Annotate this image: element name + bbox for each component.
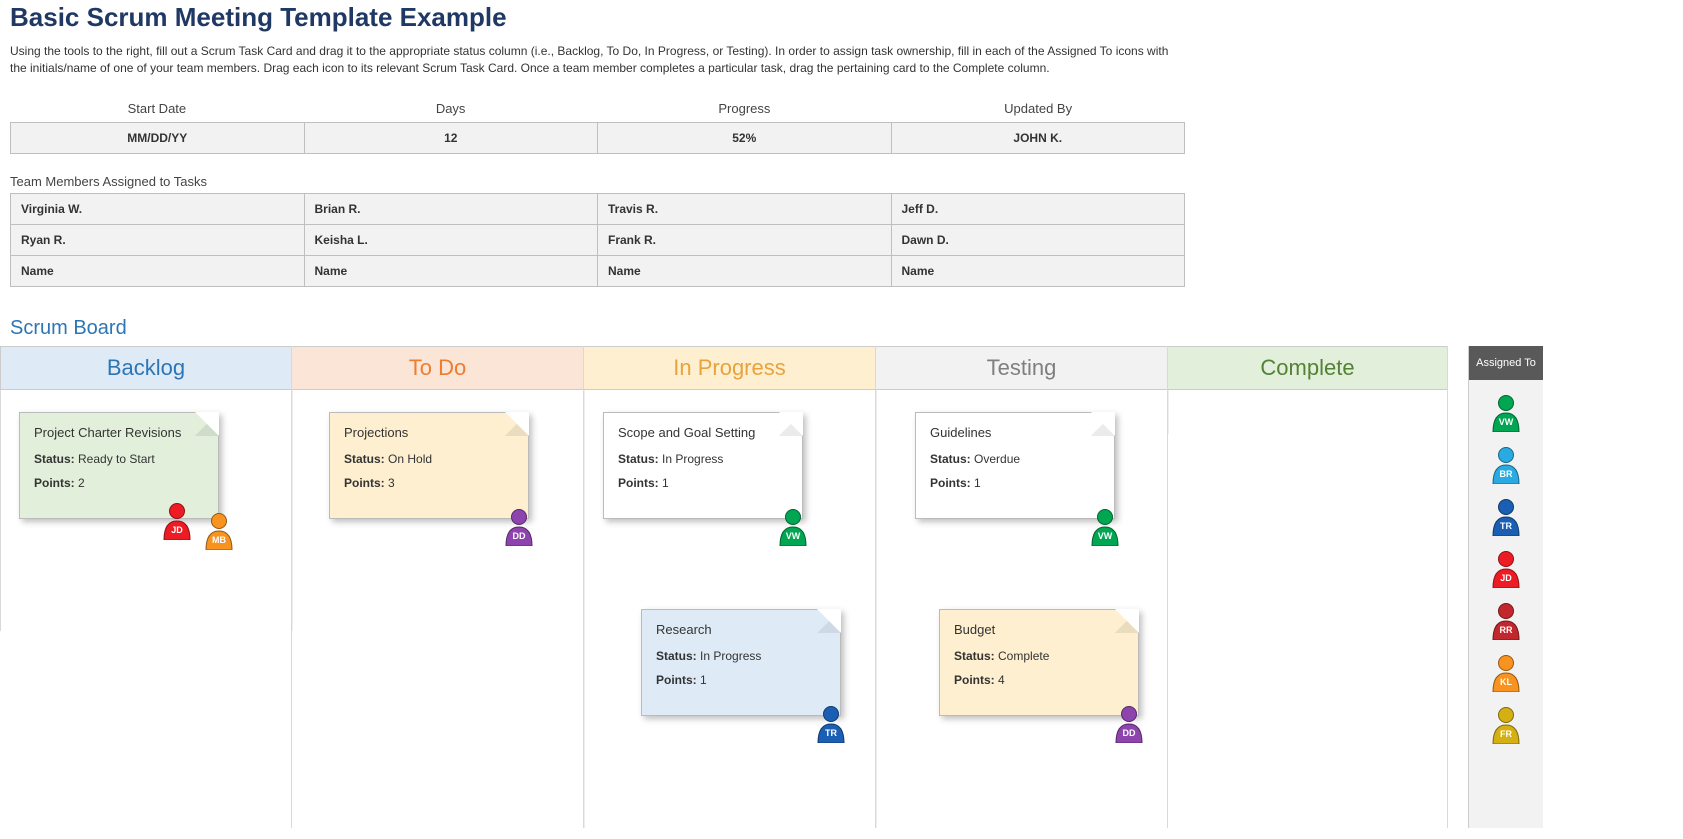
team-cell[interactable]: Dawn D. bbox=[891, 224, 1185, 255]
assignee-icon[interactable]: VW bbox=[776, 508, 810, 546]
assignee-icon[interactable]: DD bbox=[1112, 705, 1146, 743]
points-value: 1 bbox=[974, 476, 981, 490]
task-card[interactable]: Guidelines Status: Overdue Points: 1 VW bbox=[915, 412, 1115, 519]
summary-header-days: Days bbox=[304, 95, 598, 122]
column-header-todo: To Do bbox=[292, 346, 583, 390]
task-card[interactable]: Project Charter Revisions Status: Ready … bbox=[19, 412, 219, 519]
status-value: On Hold bbox=[388, 452, 432, 466]
summary-header-progress: Progress bbox=[598, 95, 892, 122]
instructions-text: Using the tools to the right, fill out a… bbox=[10, 43, 1180, 95]
card-title: Research bbox=[656, 622, 826, 637]
task-card[interactable]: Budget Status: Complete Points: 4 DD bbox=[939, 609, 1139, 716]
team-cell-empty[interactable]: Name bbox=[11, 255, 304, 286]
points-label: Points: bbox=[930, 476, 971, 490]
column-header-backlog: Backlog bbox=[0, 346, 291, 390]
person-icon-rr[interactable]: RR bbox=[1489, 602, 1523, 640]
assignee-icon[interactable]: VW bbox=[1088, 508, 1122, 546]
status-label: Status: bbox=[618, 452, 659, 466]
card-title: Scope and Goal Setting bbox=[618, 425, 788, 440]
card-title: Projections bbox=[344, 425, 514, 440]
person-icon-br[interactable]: BR bbox=[1489, 446, 1523, 484]
points-label: Points: bbox=[344, 476, 385, 490]
team-cell[interactable]: Keisha L. bbox=[304, 224, 598, 255]
card-title: Budget bbox=[954, 622, 1124, 637]
summary-table: Start Date Days Progress Updated By MM/D… bbox=[10, 95, 1185, 154]
points-value: 4 bbox=[998, 673, 1005, 687]
page-title: Basic Scrum Meeting Template Example bbox=[10, 0, 1673, 43]
team-cell-empty[interactable]: Name bbox=[304, 255, 598, 286]
team-cell[interactable]: Frank R. bbox=[597, 224, 891, 255]
team-cell[interactable]: Jeff D. bbox=[891, 194, 1185, 224]
summary-value-days[interactable]: 12 bbox=[305, 122, 599, 154]
column-header-testing: Testing bbox=[876, 346, 1167, 390]
status-value: Overdue bbox=[974, 452, 1020, 466]
assignee-icon[interactable]: DD bbox=[502, 508, 536, 546]
sidebar-header: Assigned To bbox=[1469, 346, 1543, 380]
status-value: Ready to Start bbox=[78, 452, 155, 466]
team-cell-empty[interactable]: Name bbox=[891, 255, 1185, 286]
scrum-board-title: Scrum Board bbox=[10, 287, 1673, 346]
status-value: In Progress bbox=[700, 649, 761, 663]
summary-value-start-date[interactable]: MM/DD/YY bbox=[10, 122, 305, 154]
summary-value-updated-by[interactable]: JOHN K. bbox=[892, 122, 1186, 154]
status-label: Status: bbox=[34, 452, 75, 466]
task-card[interactable]: Projections Status: On Hold Points: 3 DD bbox=[329, 412, 529, 519]
status-value: Complete bbox=[998, 649, 1049, 663]
team-section-label: Team Members Assigned to Tasks bbox=[10, 154, 1673, 193]
points-label: Points: bbox=[656, 673, 697, 687]
column-testing[interactable]: Testing Guidelines Status: Overdue Point… bbox=[876, 346, 1168, 828]
team-cell[interactable]: Brian R. bbox=[304, 194, 598, 224]
points-label: Points: bbox=[954, 673, 995, 687]
person-icon-kl[interactable]: KL bbox=[1489, 654, 1523, 692]
status-label: Status: bbox=[930, 452, 971, 466]
card-title: Project Charter Revisions bbox=[34, 425, 204, 440]
team-cell[interactable]: Ryan R. bbox=[11, 224, 304, 255]
column-inprogress[interactable]: In Progress Scope and Goal Setting Statu… bbox=[584, 346, 876, 828]
team-cell-empty[interactable]: Name bbox=[597, 255, 891, 286]
points-label: Points: bbox=[618, 476, 659, 490]
points-label: Points: bbox=[34, 476, 75, 490]
summary-header-start-date: Start Date bbox=[10, 95, 304, 122]
column-todo[interactable]: To Do Projections Status: On Hold Points… bbox=[292, 346, 584, 828]
team-members-table: Virginia W. Brian R. Travis R. Jeff D. R… bbox=[10, 193, 1185, 287]
points-value: 2 bbox=[78, 476, 85, 490]
task-card[interactable]: Research Status: In Progress Points: 1 T… bbox=[641, 609, 841, 716]
assignee-icon[interactable]: TR bbox=[814, 705, 848, 743]
status-label: Status: bbox=[344, 452, 385, 466]
person-icon-tr[interactable]: TR bbox=[1489, 498, 1523, 536]
status-label: Status: bbox=[656, 649, 697, 663]
assigned-to-sidebar: Assigned To VW BR TR JD RR KL FR bbox=[1468, 346, 1543, 828]
column-header-complete: Complete bbox=[1168, 346, 1447, 390]
task-card[interactable]: Scope and Goal Setting Status: In Progre… bbox=[603, 412, 803, 519]
status-value: In Progress bbox=[662, 452, 723, 466]
status-label: Status: bbox=[954, 649, 995, 663]
scrum-board: Backlog Project Charter Revisions Status… bbox=[0, 346, 1683, 828]
team-cell[interactable]: Travis R. bbox=[597, 194, 891, 224]
summary-header-updated-by: Updated By bbox=[891, 95, 1185, 122]
summary-value-progress[interactable]: 52% bbox=[598, 122, 892, 154]
column-backlog[interactable]: Backlog Project Charter Revisions Status… bbox=[0, 346, 292, 828]
assignee-icon[interactable]: MB bbox=[202, 512, 236, 550]
person-icon-fr[interactable]: FR bbox=[1489, 706, 1523, 744]
person-icon-jd[interactable]: JD bbox=[1489, 550, 1523, 588]
points-value: 3 bbox=[388, 476, 395, 490]
column-complete[interactable]: Complete bbox=[1168, 346, 1448, 828]
points-value: 1 bbox=[700, 673, 707, 687]
person-icon-vw[interactable]: VW bbox=[1489, 394, 1523, 432]
points-value: 1 bbox=[662, 476, 669, 490]
column-header-inprogress: In Progress bbox=[584, 346, 875, 390]
team-cell[interactable]: Virginia W. bbox=[11, 194, 304, 224]
assignee-icon[interactable]: JD bbox=[160, 502, 194, 540]
card-title: Guidelines bbox=[930, 425, 1100, 440]
